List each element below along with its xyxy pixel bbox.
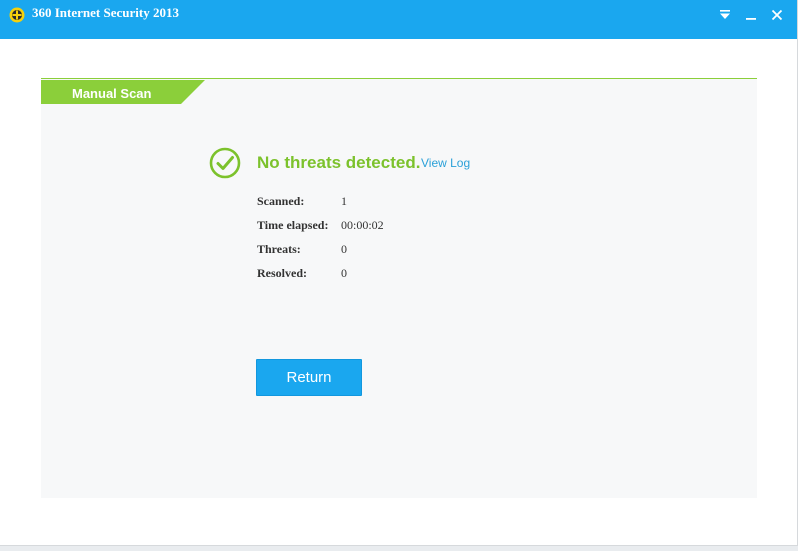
- scan-result-panel: [41, 79, 757, 498]
- result-title: No threats detected.: [257, 153, 421, 172]
- title-bar[interactable]: 360 Internet Security 2013: [0, 0, 797, 39]
- menu-button[interactable]: [716, 6, 734, 24]
- view-log-link[interactable]: View Log: [421, 156, 470, 171]
- close-icon: [771, 9, 783, 21]
- stat-label-scanned: Scanned:: [257, 194, 305, 208]
- stat-value-resolved: 0: [341, 266, 347, 280]
- 360-logo-icon: [9, 7, 25, 23]
- stat-label-resolved: Resolved:: [257, 266, 307, 280]
- minimize-icon: [746, 18, 756, 20]
- minimize-button[interactable]: [742, 6, 760, 24]
- stat-value-time-elapsed: 00:00:02: [341, 218, 384, 232]
- window-title: 360 Internet Security 2013: [32, 5, 179, 20]
- tab-label: Manual Scan: [72, 86, 152, 101]
- close-button[interactable]: [768, 6, 786, 24]
- stat-value-threats: 0: [341, 242, 347, 256]
- stat-label-time-elapsed: Time elapsed:: [257, 218, 329, 232]
- stat-label-threats: Threats:: [257, 242, 301, 256]
- panel-top-border: [41, 78, 757, 79]
- app-window: 360 Internet Security 2013 Manual Scan N…: [0, 0, 797, 545]
- stat-value-scanned: 1: [341, 194, 347, 208]
- check-circle-icon: [209, 147, 241, 179]
- menu-dropdown-icon: [720, 10, 730, 19]
- return-button[interactable]: Return: [256, 359, 362, 396]
